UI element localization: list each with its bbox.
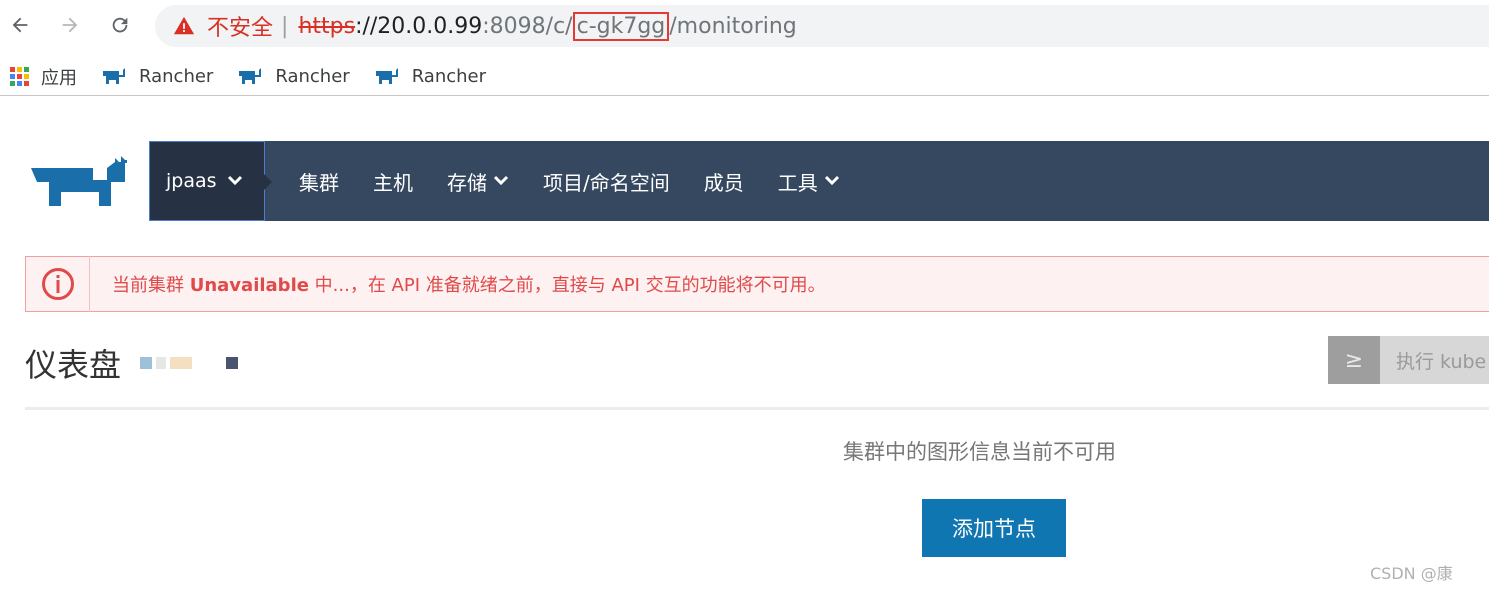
rancher-logo[interactable] <box>25 154 131 208</box>
watermark: CSDN @康 <box>1370 564 1453 583</box>
empty-state-message: 集群中的图形信息当前不可用 <box>843 440 1116 464</box>
page-title: 仪表盘 <box>25 346 122 384</box>
apps-grid-icon <box>10 67 29 86</box>
back-button[interactable] <box>6 10 34 40</box>
info-circle-icon <box>41 268 74 300</box>
alert-message: 当前集群 Unavailable 中...，在 API 准备就绪之前，直接与 A… <box>112 271 826 297</box>
url-scheme: https <box>298 13 356 39</box>
nav-label: 集群 <box>299 170 339 195</box>
nav-item-clusters[interactable]: 集群 <box>299 167 339 196</box>
alert-prefix: 当前集群 <box>112 275 190 296</box>
forward-button[interactable] <box>56 10 84 40</box>
add-node-button[interactable]: 添加节点 <box>922 499 1066 557</box>
nav-item-tools[interactable]: 工具 <box>778 167 840 196</box>
url-separator: | <box>281 13 289 39</box>
chevron-down-icon <box>493 175 509 186</box>
browser-toolbar: 不安全 | https://20.0.0.99:8098/c/c-gk7gg/m… <box>0 0 1489 54</box>
redacted-cluster-name <box>140 357 242 369</box>
arrow-left-icon <box>12 17 28 33</box>
url-cluster-id-highlight: c-gk7gg <box>572 11 670 41</box>
rancher-icon <box>239 67 262 84</box>
cluster-name: jpaas <box>166 170 217 192</box>
section-divider <box>25 407 1489 410</box>
bookmark-rancher[interactable]: Rancher <box>374 66 486 88</box>
insecure-label: 不安全 <box>207 16 274 41</box>
nav-label: 工具 <box>777 170 818 195</box>
bookmarks-bar: 应用 Rancher Rancher Rancher <box>0 58 1489 96</box>
url-host: ://20.0.0.99 <box>355 13 483 39</box>
bookmark-apps[interactable]: 应用 <box>10 64 77 90</box>
arrow-right-icon <box>62 17 78 33</box>
warning-icon <box>173 16 195 35</box>
bookmark-label: 应用 <box>41 67 77 89</box>
nav-item-members[interactable]: 成员 <box>704 167 744 196</box>
nav-label: 成员 <box>703 170 744 195</box>
alert-status: Unavailable <box>189 275 309 296</box>
chevron-down-icon <box>824 175 839 186</box>
chevron-down-icon <box>227 175 242 186</box>
nav-label: 主机 <box>373 170 413 195</box>
bookmark-label: Rancher <box>411 66 487 87</box>
rancher-icon <box>103 67 125 84</box>
kubectl-button-label: 执行 kube <box>1380 336 1489 384</box>
url-suffix: /monitoring <box>669 13 797 39</box>
cluster-unavailable-alert: 当前集群 Unavailable 中...，在 API 准备就绪之前，直接与 A… <box>25 256 1489 312</box>
nav-label: 项目/命名空间 <box>543 170 670 195</box>
main-nav: jpaas 集群 主机 存储 项目/命名空间 成员 工具 <box>149 141 1489 221</box>
nav-item-projects-namespaces[interactable]: 项目/命名空间 <box>543 167 670 196</box>
kubectl-shell-button[interactable]: ≥ 执行 kube <box>1328 336 1489 384</box>
reload-button[interactable] <box>106 10 134 40</box>
alert-suffix: 中...，在 API 准备就绪之前，直接与 API 交互的功能将不可用。 <box>308 275 826 296</box>
alert-icon-container <box>26 256 90 312</box>
bookmark-label: Rancher <box>275 66 350 87</box>
bookmark-label: Rancher <box>139 66 214 87</box>
nav-label: 存储 <box>447 170 487 195</box>
terminal-icon: ≥ <box>1328 336 1380 384</box>
cluster-selector[interactable]: jpaas <box>149 141 272 221</box>
nav-item-hosts[interactable]: 主机 <box>373 167 413 196</box>
bookmark-rancher[interactable]: Rancher <box>237 66 350 88</box>
rancher-icon <box>375 67 398 84</box>
url-port-path: :8098/c/ <box>482 13 573 39</box>
nav-item-storage[interactable]: 存储 <box>447 167 509 196</box>
address-bar[interactable]: 不安全 | https://20.0.0.99:8098/c/c-gk7gg/m… <box>155 5 1489 47</box>
reload-icon <box>112 17 128 33</box>
bookmark-rancher[interactable]: Rancher <box>101 66 213 88</box>
